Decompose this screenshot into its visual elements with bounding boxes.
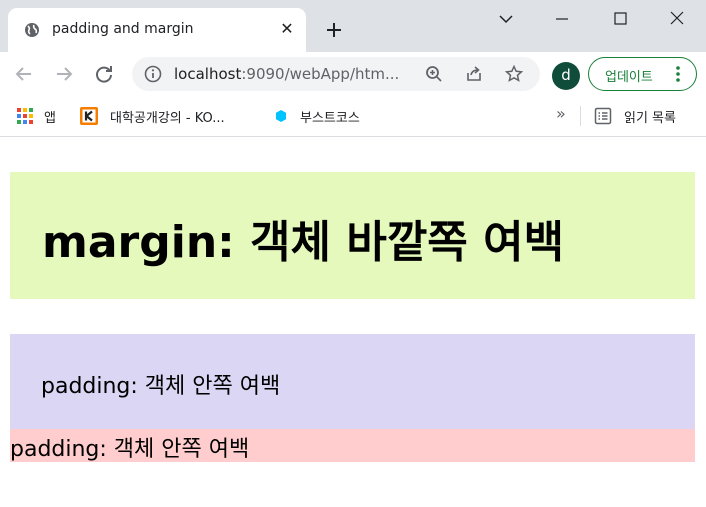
padding-text-plain: padding: 객체 안쪽 여백 — [10, 437, 250, 462]
bookmark-kocw[interactable]: 대학공개강의 - KO... — [80, 106, 250, 126]
bookmark-label: 앱 — [44, 111, 56, 126]
browser-toolbar: localhost:9090/webApp/htm... d 업데이트 — [0, 52, 706, 96]
reload-icon[interactable] — [92, 62, 116, 86]
bookmark-star-icon[interactable] — [504, 64, 524, 84]
padding-text: padding: 객체 안쪽 여백 — [41, 374, 281, 399]
url-text[interactable]: localhost:9090/webApp/htm... — [174, 65, 399, 83]
url-host: localhost — [174, 65, 242, 83]
margin-box: margin: 객체 바깥쪽 여백 — [10, 172, 695, 299]
bookmarks-divider — [580, 106, 581, 126]
url-path: :9090/webApp/htm... — [241, 65, 400, 83]
address-bar[interactable]: localhost:9090/webApp/htm... — [132, 57, 540, 91]
minimize-icon[interactable] — [550, 8, 574, 30]
reading-list-button[interactable]: 읽기 목록 — [594, 106, 694, 126]
tab-strip: padding and margin ✕ — [0, 0, 706, 52]
pink-box: padding: 객체 안쪽 여백 — [10, 429, 695, 462]
tab-search-chevron-icon[interactable] — [494, 8, 518, 30]
profile-avatar[interactable]: d — [552, 62, 580, 90]
bookmark-label: 부스트코스 — [300, 111, 360, 126]
zoom-icon[interactable] — [424, 64, 444, 84]
bookmark-label: 대학공개강의 - KO... — [110, 111, 225, 126]
padding-box: padding: 객체 안쪽 여백 — [10, 334, 695, 429]
back-arrow-icon[interactable] — [12, 62, 36, 86]
bookmark-boostcourse[interactable]: 부스트코스 — [272, 106, 382, 126]
maximize-icon[interactable] — [608, 8, 632, 30]
menu-kebab-icon[interactable] — [675, 65, 681, 83]
close-window-icon[interactable] — [665, 8, 689, 30]
kocw-icon — [80, 107, 98, 125]
update-button[interactable]: 업데이트 — [588, 57, 697, 91]
update-label: 업데이트 — [605, 70, 653, 85]
apps-grid-icon — [17, 108, 33, 124]
bookmark-apps[interactable]: 앱 — [16, 106, 66, 126]
share-icon[interactable] — [464, 64, 484, 84]
new-tab-plus-icon[interactable] — [322, 18, 346, 42]
globe-icon — [25, 23, 39, 37]
reading-list-icon — [594, 107, 612, 125]
browser-tab[interactable]: padding and margin ✕ — [8, 8, 306, 52]
boostcourse-icon — [276, 110, 286, 122]
tab-title: padding and margin — [52, 21, 194, 37]
forward-arrow-icon[interactable] — [52, 62, 76, 86]
tab-close-icon[interactable]: ✕ — [278, 20, 296, 38]
reading-list-label: 읽기 목록 — [624, 111, 676, 126]
page-viewport: margin: 객체 바깥쪽 여백 padding: 객체 안쪽 여백 padd… — [0, 138, 706, 507]
bookmarks-overflow-chevron-icon[interactable]: » — [556, 104, 566, 123]
margin-heading: margin: 객체 바깥쪽 여백 — [42, 217, 565, 268]
site-info-icon[interactable] — [144, 65, 162, 83]
bookmarks-bar: 앱 대학공개강의 - KO... 부스트코스 » 읽기 목록 — [0, 96, 706, 137]
